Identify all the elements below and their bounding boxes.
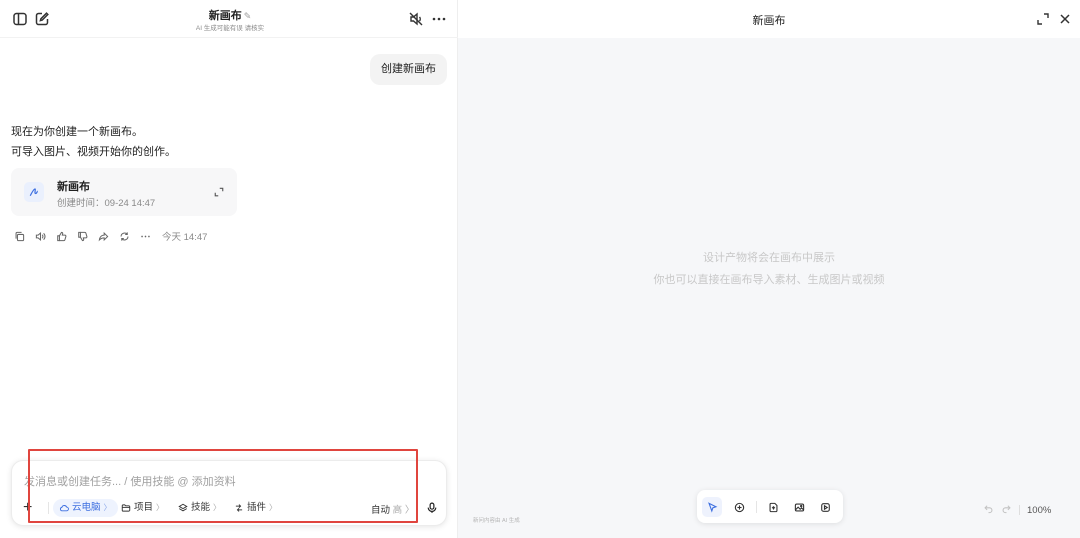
chat-panel: 新画布 ✎ AI 生成可能有误 请核实 创建新画布 现在为你创建一个新画布。 可导… [0, 0, 458, 538]
canvas-empty-line-2: 你也可以直接在画布导入素材、生成图片或视频 [653, 274, 885, 286]
app-root: 新画布 ✎ AI 生成可能有误 请核实 创建新画布 现在为你创建一个新画布。 可导… [0, 0, 1080, 538]
plugin-label: 插件 [247, 502, 267, 513]
ai-message-line-1: 现在为你创建一个新画布。 [11, 126, 143, 138]
share-icon[interactable] [97, 230, 109, 242]
sidebar-toggle-icon[interactable] [10, 9, 30, 29]
project-label: 项目 [134, 502, 154, 513]
composer-input[interactable]: 发消息或创建任务... / 使用技能 @ 添加资料 [24, 473, 236, 489]
chat-subtitle: AI 生成可能有误 请核实 [195, 25, 265, 32]
plugin-chip[interactable]: 插件 〉 [228, 499, 283, 517]
plugin-icon [235, 504, 243, 512]
header-divider [0, 37, 458, 38]
more-actions-icon[interactable] [139, 230, 151, 242]
redo-icon[interactable] [1001, 501, 1012, 519]
toolbar-divider [756, 501, 757, 513]
add-attachment-button[interactable]: + [23, 500, 32, 516]
composer: 发消息或创建任务... / 使用技能 @ 添加资料 + 云电脑 〉 项目 〉 技… [11, 460, 447, 526]
skill-chip[interactable]: 技能 〉 [172, 499, 227, 517]
more-icon[interactable] [429, 9, 449, 29]
auto-mode-select[interactable]: 自动 高 〉 [371, 502, 414, 516]
message-actions: 今天 14:47 [13, 229, 207, 243]
canvas-doc-icon [24, 182, 44, 202]
video-icon[interactable] [815, 497, 835, 517]
upload-icon[interactable] [763, 497, 783, 517]
chat-title[interactable]: 新画布 ✎ [150, 7, 310, 23]
composer-divider [48, 502, 49, 514]
fullscreen-icon[interactable] [1033, 9, 1053, 29]
folder-icon [121, 504, 131, 512]
zoom-level[interactable]: 100% [1027, 505, 1051, 516]
expand-icon[interactable] [213, 185, 225, 197]
cloud-pc-label: 云电脑 [72, 502, 101, 513]
regenerate-icon[interactable] [118, 230, 130, 242]
auto-level: 高 [392, 505, 403, 516]
canvas-card[interactable]: 新画布 创建时间：09-24 14:47 [11, 168, 237, 216]
add-element-icon[interactable] [729, 497, 749, 517]
chevron-right-icon: 〉 [156, 503, 165, 512]
cloud-pc-chip[interactable]: 云电脑 〉 [53, 499, 118, 517]
chat-title-text: 新画布 [208, 10, 242, 22]
auto-label: 自动 [371, 505, 391, 516]
canvas-toolbar [697, 490, 843, 523]
zoom-divider [1019, 505, 1020, 515]
edit-title-icon[interactable]: ✎ [244, 11, 252, 21]
skill-label: 技能 [191, 502, 211, 513]
message-timestamp: 今天 14:47 [162, 232, 208, 243]
ai-message-line-2: 可导入图片、视频开始你的创作。 [11, 146, 176, 158]
copy-icon[interactable] [13, 230, 25, 242]
thumbs-up-icon[interactable] [55, 230, 67, 242]
user-message-bubble: 创建新画布 [370, 54, 447, 85]
close-icon[interactable] [1055, 9, 1075, 29]
mute-icon[interactable] [406, 9, 426, 29]
chevron-right-icon: 〉 [103, 503, 112, 512]
chevron-right-icon: 〉 [213, 503, 222, 512]
thumbs-down-icon[interactable] [76, 230, 88, 242]
history-zoom-controls: 100% [983, 503, 1051, 517]
read-aloud-icon[interactable] [34, 230, 46, 242]
canvas-empty-line-1: 设计产物将会在画布中展示 [703, 252, 835, 264]
ai-generated-note: 新问内容由 AI 生成 [473, 518, 520, 524]
chevron-right-icon: 〉 [269, 503, 278, 512]
new-chat-icon[interactable] [32, 9, 52, 29]
layers-icon [178, 503, 188, 512]
canvas-panel: 新画布 设计产物将会在画布中展示 你也可以直接在画布导入素材、生成图片或视频 新… [458, 0, 1080, 538]
canvas-card-time: 创建时间：09-24 14:47 [57, 198, 156, 209]
cloud-icon [60, 505, 69, 512]
project-chip[interactable]: 项目 〉 [115, 499, 170, 517]
canvas-card-title: 新画布 [57, 181, 90, 193]
image-icon[interactable] [789, 497, 809, 517]
canvas-title: 新画布 [752, 15, 786, 27]
microphone-icon[interactable] [421, 497, 443, 519]
undo-icon[interactable] [983, 501, 994, 519]
select-tool-icon[interactable] [702, 497, 722, 517]
chevron-right-icon: 〉 [404, 505, 415, 516]
